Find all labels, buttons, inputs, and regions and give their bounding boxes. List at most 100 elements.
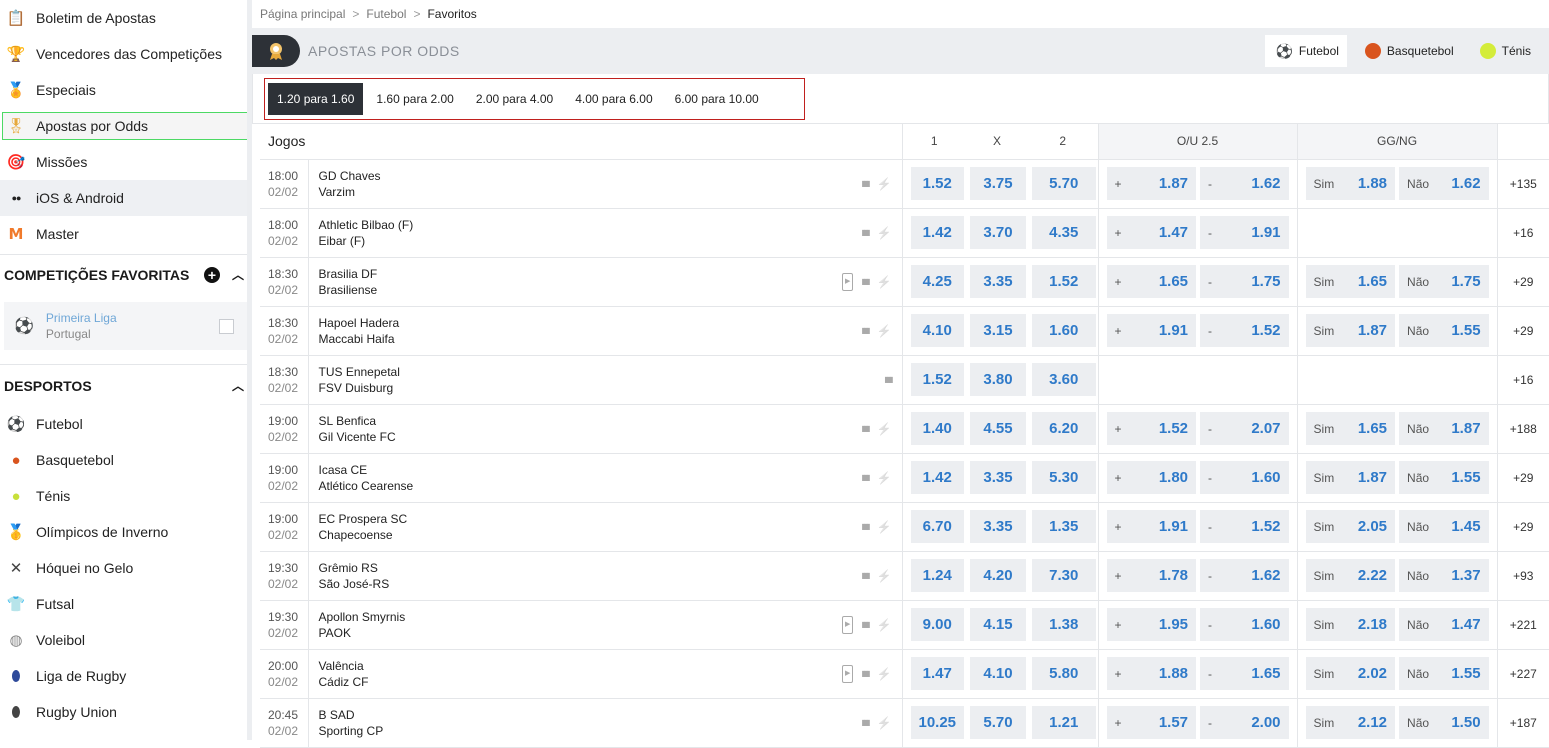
odds-x-button[interactable]: 4.20	[970, 559, 1027, 592]
home-team[interactable]: Athletic Bilbao (F)	[319, 217, 902, 233]
under-button[interactable]: - 1.52	[1200, 510, 1289, 543]
chevron-up-icon[interactable]: ︿	[232, 266, 244, 283]
nav-item-t-nis[interactable]: ● Ténis	[0, 478, 252, 514]
stats-icon[interactable]: ▮▮▮	[861, 323, 870, 339]
under-button[interactable]: - 1.62	[1200, 559, 1289, 592]
odds-2-button[interactable]: 5.30	[1032, 461, 1096, 494]
over-button[interactable]: +1.91	[1106, 510, 1197, 543]
odds-2-button[interactable]: 5.80	[1032, 657, 1096, 690]
away-team[interactable]: FSV Duisburg	[319, 380, 902, 396]
odds-1-button[interactable]: 1.52	[910, 167, 965, 200]
over-button[interactable]: +1.87	[1106, 167, 1197, 200]
video-icon[interactable]: ▶	[841, 615, 854, 634]
under-button[interactable]: - 1.60	[1200, 461, 1289, 494]
breadcrumb-home[interactable]: Página principal	[260, 7, 345, 21]
nav-item-rugby-union[interactable]: ⬮ Rugby Union	[0, 694, 252, 730]
away-team[interactable]: Eibar (F)	[319, 233, 902, 249]
home-team[interactable]: Grêmio RS	[319, 560, 902, 576]
favorite-competition-item[interactable]: ⚽ Primeira Liga Portugal	[4, 302, 248, 350]
yes-button[interactable]: Sim 1.87	[1305, 314, 1396, 347]
filter-1-60-2-00[interactable]: 1.60 para 2.00	[367, 83, 462, 115]
away-team[interactable]: PAOK	[319, 625, 902, 641]
no-button[interactable]: Não 1.75	[1399, 265, 1489, 298]
match-teams-cell[interactable]: SL Benfica Gil Vicente FC ▮▮▮ ⚡	[308, 404, 903, 454]
match-row[interactable]: 19:30 02/02 Grêmio RS São José-RS ▮▮▮ ⚡ 1.24 4.…	[260, 551, 1549, 601]
match-row[interactable]: 18:00 02/02 Athletic Bilbao (F) Eibar (F) ▮▮…	[260, 208, 1549, 258]
odds-1-button[interactable]: 4.10	[910, 314, 965, 347]
over-button[interactable]: +1.65	[1106, 265, 1197, 298]
add-favorite-icon[interactable]: +	[203, 266, 220, 283]
home-team[interactable]: Valência	[319, 658, 902, 674]
lightning-icon[interactable]: ⚡	[877, 715, 892, 731]
under-button[interactable]: - 1.75	[1200, 265, 1289, 298]
match-row[interactable]: 19:30 02/02 Apollon Smyrnis PAOK ▶ ▮▮▮ ⚡ 9.00 4.…	[260, 600, 1549, 650]
over-button[interactable]: +1.88	[1106, 657, 1197, 690]
under-button[interactable]: - 1.62	[1200, 167, 1289, 200]
stats-icon[interactable]: ▮▮▮	[861, 617, 870, 633]
odds-2-button[interactable]: 4.35	[1032, 216, 1096, 249]
yes-button[interactable]: Sim 1.65	[1305, 412, 1396, 445]
under-button[interactable]: - 1.52	[1200, 314, 1289, 347]
home-team[interactable]: B SAD	[319, 707, 902, 723]
tab-futebol[interactable]: ⚽ Futebol	[1265, 35, 1347, 67]
odds-1-button[interactable]: 1.52	[910, 363, 965, 396]
nav-item-ios-android[interactable]: ●● iOS & Android	[0, 180, 252, 216]
video-icon[interactable]: ▶	[841, 664, 854, 683]
lightning-icon[interactable]: ⚡	[877, 176, 892, 192]
stats-icon[interactable]: ▮▮▮	[861, 519, 870, 535]
no-button[interactable]: Não 1.62	[1399, 167, 1489, 200]
odds-x-button[interactable]: 3.80	[970, 363, 1027, 396]
more-markets-link[interactable]: +93	[1497, 551, 1549, 601]
odds-2-button[interactable]: 1.38	[1032, 608, 1096, 641]
match-teams-cell[interactable]: Hapoel Hadera Maccabi Haifa ▮▮▮ ⚡	[308, 306, 903, 356]
home-team[interactable]: EC Prospera SC	[319, 511, 902, 527]
odds-1-button[interactable]: 1.40	[910, 412, 965, 445]
under-button[interactable]: - 2.00	[1200, 706, 1289, 739]
lightning-icon[interactable]: ⚡	[877, 519, 892, 535]
nav-item-boletim-de-apostas[interactable]: 📋 Boletim de Apostas	[0, 0, 252, 36]
odds-1-button[interactable]: 9.00	[910, 608, 965, 641]
under-button[interactable]: - 2.07	[1200, 412, 1289, 445]
odds-x-button[interactable]: 3.35	[970, 461, 1027, 494]
yes-button[interactable]: Sim 1.87	[1305, 461, 1396, 494]
lightning-icon[interactable]: ⚡	[877, 666, 892, 682]
match-row[interactable]: 18:00 02/02 GD Chaves Varzim ▮▮▮ ⚡ 1.52 3.75 5.7…	[260, 159, 1549, 209]
filter-4-00-6-00[interactable]: 4.00 para 6.00	[566, 83, 661, 115]
match-row[interactable]: 20:00 02/02 Valência Cádiz CF ▶ ▮▮▮ ⚡ 1.47 4.10 5…	[260, 649, 1549, 699]
match-row[interactable]: 19:00 02/02 SL Benfica Gil Vicente FC ▮▮▮ ⚡ 1.…	[260, 404, 1549, 454]
tab-basquetebol[interactable]: Basquetebol	[1355, 35, 1462, 67]
odds-2-button[interactable]: 1.35	[1032, 510, 1096, 543]
filter-1-20-1-60[interactable]: 1.20 para 1.60	[268, 82, 364, 115]
no-button[interactable]: Não 1.37	[1399, 559, 1489, 592]
match-teams-cell[interactable]: Brasilia DF Brasiliense ▶ ▮▮▮ ⚡	[308, 257, 903, 307]
match-teams-cell[interactable]: EC Prospera SC Chapecoense ▮▮▮ ⚡	[308, 502, 903, 552]
odds-x-button[interactable]: 4.10	[970, 657, 1027, 690]
home-team[interactable]: GD Chaves	[319, 168, 902, 184]
no-button[interactable]: Não 1.55	[1399, 461, 1489, 494]
match-teams-cell[interactable]: TUS Ennepetal FSV Duisburg ▮▮▮	[308, 355, 903, 405]
odds-1-button[interactable]: 10.25	[910, 706, 965, 739]
no-button[interactable]: Não 1.87	[1399, 412, 1489, 445]
odds-x-button[interactable]: 5.70	[970, 706, 1027, 739]
no-button[interactable]: Não 1.55	[1399, 314, 1489, 347]
tab-tenis[interactable]: Ténis	[1470, 35, 1539, 67]
away-team[interactable]: Varzim	[319, 184, 902, 200]
odds-2-button[interactable]: 3.60	[1032, 363, 1096, 396]
yes-button[interactable]: Sim 2.18	[1305, 608, 1396, 641]
competition-name[interactable]: Primeira Liga	[46, 311, 117, 325]
match-teams-cell[interactable]: Apollon Smyrnis PAOK ▶ ▮▮▮ ⚡	[308, 600, 903, 650]
odds-2-button[interactable]: 6.20	[1032, 412, 1096, 445]
stats-icon[interactable]: ▮▮▮	[861, 666, 870, 682]
match-teams-cell[interactable]: Athletic Bilbao (F) Eibar (F) ▮▮▮ ⚡	[308, 208, 903, 258]
more-markets-link[interactable]: +29	[1497, 453, 1549, 503]
odds-1-button[interactable]: 6.70	[910, 510, 965, 543]
nav-item-vencedores-das-competi-es[interactable]: 🏆 Vencedores das Competições	[0, 36, 252, 72]
yes-button[interactable]: Sim 2.22	[1305, 559, 1396, 592]
home-team[interactable]: TUS Ennepetal	[319, 364, 902, 380]
odds-1-button[interactable]: 1.42	[910, 461, 965, 494]
under-button[interactable]: - 1.60	[1200, 608, 1289, 641]
lightning-icon[interactable]: ⚡	[877, 421, 892, 437]
away-team[interactable]: Cádiz CF	[319, 674, 902, 690]
video-icon[interactable]: ▶	[841, 272, 854, 291]
match-teams-cell[interactable]: GD Chaves Varzim ▮▮▮ ⚡	[308, 159, 903, 209]
